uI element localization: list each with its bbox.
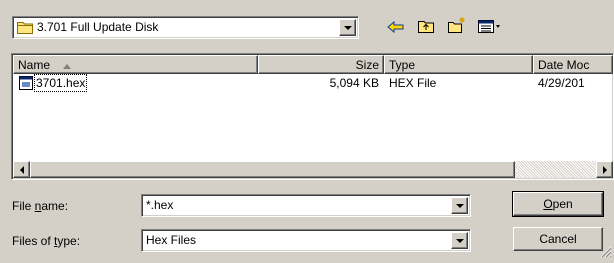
file-type-value: Hex Files	[146, 233, 197, 247]
hex-file-icon	[19, 76, 33, 93]
file-size-cell: 5,094 KB	[329, 76, 379, 90]
scroll-right-button[interactable]	[596, 161, 613, 178]
file-type-label: Files of type:	[12, 234, 81, 248]
look-in-dropdown-button[interactable]	[339, 19, 356, 36]
file-name-label: File name:	[12, 199, 69, 213]
sort-ascending-icon	[63, 64, 72, 69]
column-header-date[interactable]: Date Moc	[533, 55, 613, 74]
open-button-label: pen	[552, 197, 573, 211]
back-arrow-icon[interactable]	[387, 20, 405, 37]
file-date-cell: 4/29/201	[538, 76, 585, 90]
horizontal-scrollbar[interactable]	[13, 161, 613, 178]
column-header-name[interactable]: Name	[13, 55, 258, 74]
column-header-size[interactable]: Size	[258, 55, 384, 74]
scroll-left-button[interactable]	[13, 161, 30, 178]
column-header-name-label: Name	[18, 58, 51, 72]
view-menu-icon[interactable]	[478, 20, 502, 37]
file-type-combo[interactable]: Hex Files	[141, 229, 471, 252]
open-button-accel: O	[543, 197, 553, 211]
folder-icon	[17, 20, 33, 37]
column-header-type-label: Type	[389, 58, 416, 72]
arrow-left-icon	[19, 165, 24, 174]
list-header: Name Size Type Date Moc	[13, 55, 613, 74]
file-list-view[interactable]: Name Size Type Date Moc 3701.hex 5,094 K…	[11, 53, 614, 180]
column-header-date-label: Date Moc	[538, 58, 590, 72]
column-header-size-label: Size	[355, 58, 379, 72]
up-folder-icon[interactable]	[417, 18, 435, 37]
column-header-type[interactable]: Type	[384, 55, 533, 74]
open-button[interactable]: Open	[512, 191, 604, 217]
look-in-value: 3.701 Full Update Disk	[37, 20, 159, 34]
file-type-dropdown-button[interactable]	[451, 232, 468, 249]
new-folder-icon[interactable]	[447, 16, 467, 37]
file-type-cell: HEX File	[389, 76, 437, 90]
file-name-cell: 3701.hex	[33, 74, 88, 92]
table-row[interactable]: 3701.hex 5,094 KB HEX File 4/29/201	[13, 74, 613, 93]
resize-grip-icon[interactable]	[600, 246, 612, 261]
file-name-combo[interactable]: *.hex	[141, 194, 471, 217]
chevron-down-icon	[455, 238, 464, 243]
arrow-right-icon	[602, 165, 607, 174]
file-name-field[interactable]: *.hex	[146, 198, 173, 213]
cancel-button-label: Cancel	[539, 232, 577, 246]
cancel-button[interactable]: Cancel	[513, 227, 603, 251]
file-name-dropdown-button[interactable]	[451, 197, 468, 214]
chevron-down-icon	[455, 203, 464, 208]
look-in-combo[interactable]: 3.701 Full Update Disk	[12, 16, 359, 39]
scroll-thumb[interactable]	[30, 161, 515, 178]
chevron-down-icon	[343, 25, 352, 30]
